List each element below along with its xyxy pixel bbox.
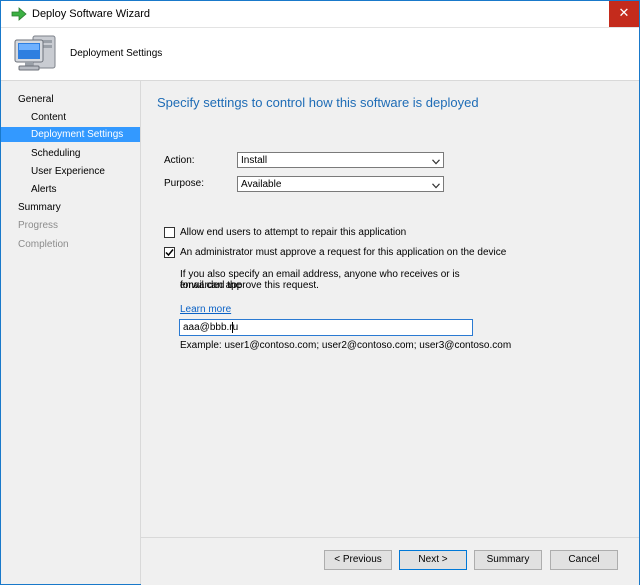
summary-button[interactable]: Summary: [474, 550, 542, 570]
wizard-window: Deploy Software Wizard ✕ Deployment Sett…: [0, 0, 640, 585]
learn-more-link[interactable]: Learn more: [180, 304, 231, 315]
nav-item-alerts[interactable]: Alerts: [1, 182, 140, 197]
repair-checkbox-label[interactable]: Allow end users to attempt to repair thi…: [180, 227, 406, 238]
window-title: Deploy Software Wizard: [32, 8, 150, 20]
previous-button[interactable]: < Previous: [324, 550, 392, 570]
nav-item-user-experience[interactable]: User Experience: [1, 164, 140, 179]
purpose-value: Available: [241, 179, 282, 190]
purpose-label: Purpose:: [164, 178, 205, 189]
page-heading: Specify settings to control how this sof…: [157, 95, 479, 110]
chevron-down-icon: [432, 181, 440, 189]
cancel-button[interactable]: Cancel: [550, 550, 618, 570]
wizard-header: Deployment Settings: [1, 28, 639, 81]
approval-info-line2: email can approve this request.: [180, 280, 319, 291]
approve-checkbox-label[interactable]: An administrator must approve a request …: [180, 247, 506, 258]
nav-item-completion: Completion: [18, 239, 69, 250]
header-title: Deployment Settings: [70, 48, 163, 59]
action-select[interactable]: Install: [237, 152, 444, 168]
nav-item-progress: Progress: [18, 220, 59, 231]
email-value: aaa@bbb.ru: [183, 322, 239, 333]
purpose-select[interactable]: Available: [237, 176, 444, 192]
close-button[interactable]: ✕: [609, 1, 639, 27]
checkmark-icon: [165, 249, 174, 257]
computer-icon: [13, 32, 59, 76]
wizard-arrow-icon: [11, 7, 27, 21]
approve-checkbox[interactable]: [164, 247, 175, 258]
wizard-footer: < Previous Next > Summary Cancel: [141, 537, 639, 585]
nav-item-summary[interactable]: Summary: [1, 200, 140, 215]
nav-item-content[interactable]: Content: [1, 110, 140, 125]
action-value: Install: [241, 155, 268, 166]
chevron-down-icon: [432, 157, 440, 165]
nav-item-scheduling[interactable]: Scheduling: [1, 146, 140, 161]
text-caret: [232, 322, 233, 333]
nav-item-general[interactable]: General: [1, 92, 140, 107]
repair-checkbox[interactable]: [164, 227, 175, 238]
close-icon: ✕: [618, 6, 630, 21]
wizard-nav: General Content Deployment Settings Sche…: [1, 81, 141, 584]
email-field[interactable]: aaa@bbb.ru: [179, 319, 473, 336]
next-button[interactable]: Next >: [399, 550, 467, 570]
action-label: Action:: [164, 155, 195, 166]
main-panel: Specify settings to control how this sof…: [141, 81, 639, 536]
email-example-text: Example: user1@contoso.com; user2@contos…: [180, 340, 512, 351]
title-bar: Deploy Software Wizard ✕: [1, 1, 639, 28]
nav-item-deployment-settings[interactable]: Deployment Settings: [1, 127, 140, 142]
